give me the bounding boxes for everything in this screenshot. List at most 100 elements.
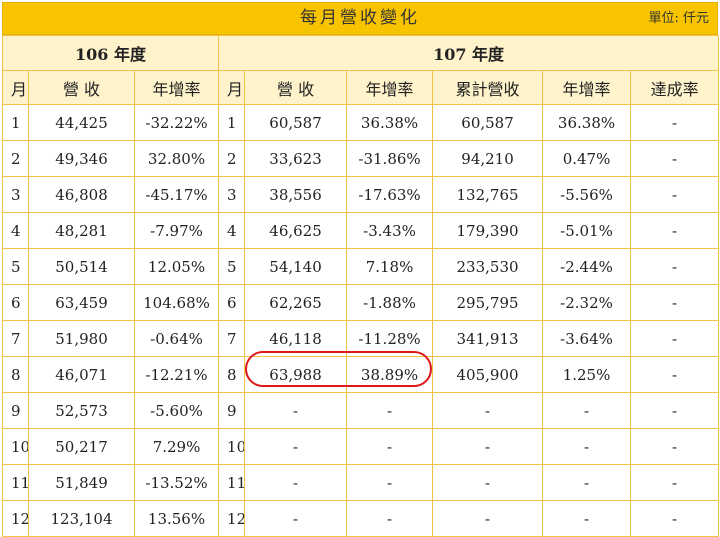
cell-growth-106: 104.68%	[133, 284, 220, 321]
cell-month-106: 2	[2, 140, 29, 177]
page-title: 每月營收變化	[300, 8, 420, 28]
header-growth-106: 年增率	[133, 70, 220, 105]
cell-achievement-rate-107: -	[630, 104, 720, 141]
cell-cumulative-growth-107: 36.38%	[542, 104, 632, 141]
cell-achievement-rate-107: -	[630, 284, 720, 321]
cell-month-107: 9	[218, 392, 246, 429]
table-row: 1 44,425 -32.22% 1 60,587 36.38% 60,587 36.38% -	[2, 104, 720, 141]
cell-growth-107: 38.89%	[346, 356, 434, 393]
table-row: 9 52,573 -5.60% 9- - - - -	[2, 392, 720, 429]
cell-revenue-106: 46,071	[28, 356, 135, 393]
cell-growth-106: 7.29%	[133, 428, 220, 465]
table-row: 11 51,849 -13.52% 11- - - - -	[2, 464, 720, 501]
cell-month-107: 10	[218, 428, 246, 465]
cell-cumulative-revenue-107: 405,900	[432, 356, 544, 393]
year-106-header: 106 年度	[1, 35, 220, 71]
cell-cumulative-growth-107: 1.25%	[542, 356, 632, 393]
cell-revenue-107: 38,556	[244, 176, 348, 213]
header-cumulative-growth-107: 年增率	[542, 70, 632, 105]
cell-growth-107: -	[346, 500, 434, 537]
cell-cumulative-revenue-107: 132,765	[432, 176, 544, 213]
header-achievement-rate-107: 達成率	[630, 70, 720, 105]
cell-cumulative-growth-107: -2.32%	[542, 284, 632, 321]
cell-month-106: 10	[2, 428, 29, 465]
cell-revenue-106: 51,980	[28, 320, 135, 357]
cell-growth-106: -7.97%	[133, 212, 220, 249]
cell-growth-107: -	[346, 428, 434, 465]
cell-revenue-106: 123,104	[28, 500, 135, 537]
cell-month-107: 12	[218, 500, 246, 537]
table-row: 3 46,808 -45.17% 3 38,556 -17.63% 132,765 -5.56…	[2, 176, 720, 213]
cell-month-107: 7	[218, 320, 246, 357]
cell-growth-107: -1.88%	[346, 284, 434, 321]
cell-cumulative-revenue-107: -	[432, 428, 544, 465]
cell-revenue-106: 44,425	[28, 104, 135, 141]
cell-achievement-rate-107: -	[630, 428, 720, 465]
cell-growth-107: -11.28%	[346, 320, 434, 357]
cell-achievement-rate-107: -	[630, 320, 720, 357]
table-row: 7 51,980 -0.64% 7 46,118 -11.28% 341,913 -3.64%…	[2, 320, 720, 357]
cell-month-107: 4	[218, 212, 246, 249]
cell-growth-107: 36.38%	[346, 104, 434, 141]
header-revenue-107: 營 收	[244, 70, 348, 105]
cell-cumulative-revenue-107: -	[432, 500, 544, 537]
cell-revenue-107: 63,988	[244, 356, 348, 393]
cell-month-107: 8	[218, 356, 246, 393]
cell-month-106: 4	[2, 212, 29, 249]
column-header-row: 月營 收年增率月營 收年增率 累計營收 年增率 達成率	[2, 70, 720, 105]
cell-achievement-rate-107: -	[630, 212, 720, 249]
cell-month-107: 2	[218, 140, 246, 177]
cell-growth-106: 32.80%	[133, 140, 220, 177]
cell-cumulative-revenue-107: 179,390	[432, 212, 544, 249]
table-row: 4 48,281 -7.97% 4 46,625 -3.43% 179,390 -5.01% -	[2, 212, 720, 249]
cell-revenue-107: 54,140	[244, 248, 348, 285]
cell-growth-107: -3.43%	[346, 212, 434, 249]
cell-growth-106: -45.17%	[133, 176, 220, 213]
header-month-106: 月	[2, 70, 29, 105]
cell-revenue-107: -	[244, 392, 348, 429]
cell-revenue-107: -	[244, 464, 348, 501]
cell-cumulative-revenue-107: -	[432, 464, 544, 501]
cell-achievement-rate-107: -	[630, 464, 720, 501]
cell-month-106: 12	[2, 500, 29, 537]
cell-revenue-106: 50,217	[28, 428, 135, 465]
cell-growth-107: -	[346, 392, 434, 429]
cell-cumulative-revenue-107: 341,913	[432, 320, 544, 357]
cell-achievement-rate-107: -	[630, 140, 720, 177]
cell-achievement-rate-107: -	[630, 176, 720, 213]
cell-growth-107: -	[346, 464, 434, 501]
title-bar: 每月營收變化 單位: 仟元	[2, 2, 718, 35]
cell-revenue-107: 46,625	[244, 212, 348, 249]
cell-cumulative-revenue-107: -	[432, 392, 544, 429]
cell-revenue-106: 49,346	[28, 140, 135, 177]
cell-cumulative-growth-107: -	[542, 392, 632, 429]
cell-revenue-106: 51,849	[28, 464, 135, 501]
cell-growth-106: -5.60%	[133, 392, 220, 429]
cell-revenue-107: -	[244, 500, 348, 537]
cell-revenue-106: 48,281	[28, 212, 135, 249]
cell-growth-106: 12.05%	[133, 248, 220, 285]
cell-month-106: 9	[2, 392, 29, 429]
table-row: 12 123,104 13.56% 12- - - - -	[2, 500, 720, 537]
header-revenue-106: 營 收	[28, 70, 135, 105]
cell-cumulative-revenue-107: 60,587	[432, 104, 544, 141]
table-row: 6 63,459 104.68% 6 62,265 -1.88% 295,795 -2.32%…	[2, 284, 720, 321]
unit-label: 單位: 仟元	[648, 11, 709, 26]
header-growth-107: 年增率	[346, 70, 434, 105]
cell-month-107: 11	[218, 464, 246, 501]
cell-revenue-106: 46,808	[28, 176, 135, 213]
cell-month-106: 6	[2, 284, 29, 321]
cell-cumulative-growth-107: -2.44%	[542, 248, 632, 285]
cell-revenue-107: -	[244, 428, 348, 465]
cell-month-106: 3	[2, 176, 29, 213]
revenue-sheet: 每月營收變化 單位: 仟元 106 年度 107 年度 月營 收年增率月營 收年…	[0, 0, 720, 537]
cell-growth-106: -13.52%	[133, 464, 220, 501]
cell-month-107: 6	[218, 284, 246, 321]
cell-growth-106: -32.22%	[133, 104, 220, 141]
table-row: 8 46,071 -12.21% 8 63,988 38.89% 405,900 1.25% -	[2, 356, 720, 393]
year-107-header: 107 年度	[218, 35, 720, 71]
cell-month-106: 11	[2, 464, 29, 501]
cell-growth-106: -0.64%	[133, 320, 220, 357]
cell-cumulative-growth-107: -5.56%	[542, 176, 632, 213]
cell-growth-107: -17.63%	[346, 176, 434, 213]
